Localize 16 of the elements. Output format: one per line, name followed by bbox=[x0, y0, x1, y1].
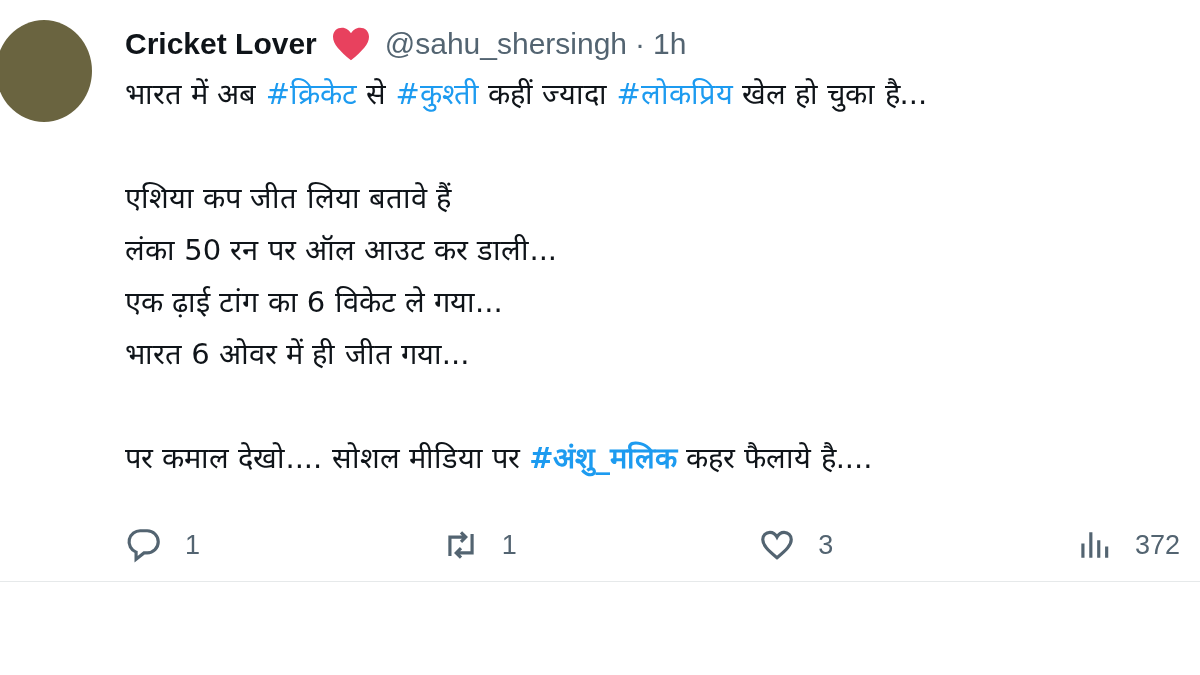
author-name[interactable]: Cricket Lover bbox=[125, 27, 317, 61]
like-button[interactable]: 3 bbox=[758, 526, 879, 564]
heart-icon bbox=[330, 26, 371, 62]
views-button[interactable]: 372 bbox=[1074, 526, 1180, 564]
tweet-text: भारत में अब #क्रिकेट से #कुश्ती कहीं ज्यादा #लोकप्रिय खेल हो चुका है... bbox=[125, 76, 928, 114]
tweet-text: एशिया कप जीत लिया बतावे हैं bbox=[125, 180, 452, 217]
tweet-text: पर कमाल देखो.... सोशल मीडिया पर #अंशु_मलिक कहर फैलाये है.... bbox=[125, 440, 873, 479]
retweet-button[interactable]: 1 bbox=[441, 526, 562, 564]
separator-dot: · bbox=[635, 27, 646, 61]
tweet-text: लंका 50 रन पर ऑल आउट कर डाली... bbox=[125, 232, 558, 269]
tweet-text: भारत 6 ओवर में ही जीत गया... bbox=[125, 336, 470, 373]
reply-button[interactable]: 1 bbox=[125, 526, 245, 564]
tweet-text: एक ढ़ाई टांग का 6 विकेट ले गया... bbox=[125, 284, 503, 321]
author-handle[interactable]: @sahu_shersingh bbox=[384, 27, 628, 61]
post-time[interactable]: 1h bbox=[653, 27, 687, 61]
reply-icon bbox=[125, 526, 163, 564]
